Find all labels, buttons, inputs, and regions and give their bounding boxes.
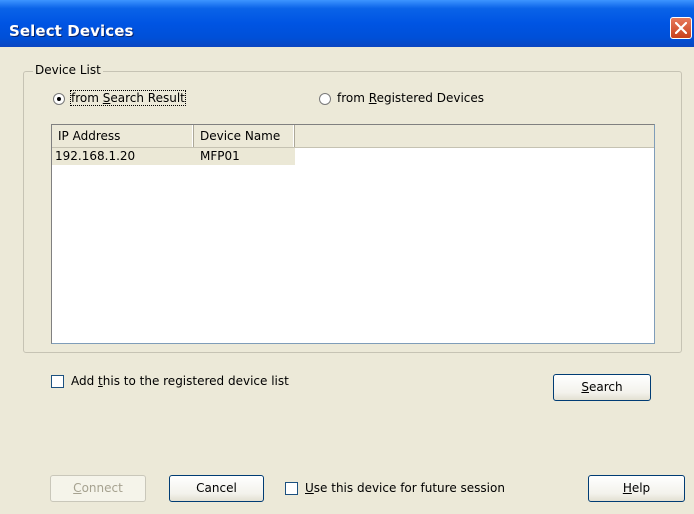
radio-from-search-result-label[interactable]: from Search Result — [70, 90, 186, 106]
connect-button[interactable]: Connect — [50, 475, 146, 502]
radio-from-registered-devices[interactable] — [319, 93, 331, 105]
future-session-checkbox[interactable] — [285, 482, 298, 495]
add-to-registered-checkbox[interactable] — [51, 375, 64, 388]
title-bar[interactable]: Select Devices — [0, 0, 694, 47]
add-to-registered-label[interactable]: Add this to the registered device list — [71, 374, 289, 388]
list-header: IP Address Device Name — [52, 125, 654, 148]
window-title: Select Devices — [9, 22, 134, 40]
close-icon — [675, 22, 687, 34]
radio-from-search-result[interactable] — [53, 93, 65, 105]
column-header-ip-address[interactable]: IP Address — [52, 125, 194, 147]
cancel-button[interactable]: Cancel — [169, 475, 264, 502]
column-header-device-name[interactable]: Device Name — [194, 125, 295, 147]
close-button[interactable] — [670, 17, 692, 39]
radio-from-registered-devices-label[interactable]: from Registered Devices — [337, 91, 484, 105]
help-button[interactable]: Help — [588, 475, 685, 502]
future-session-label[interactable]: Use this device for future session — [305, 481, 505, 495]
cell-device-name: MFP01 — [200, 149, 240, 163]
table-row[interactable]: 192.168.1.20 MFP01 — [52, 148, 295, 165]
cell-ip-address: 192.168.1.20 — [55, 149, 136, 163]
search-button[interactable]: Search — [553, 374, 651, 401]
device-list-group-label: Device List — [33, 63, 103, 77]
device-list-view[interactable]: IP Address Device Name 192.168.1.20 MFP0… — [51, 124, 655, 344]
